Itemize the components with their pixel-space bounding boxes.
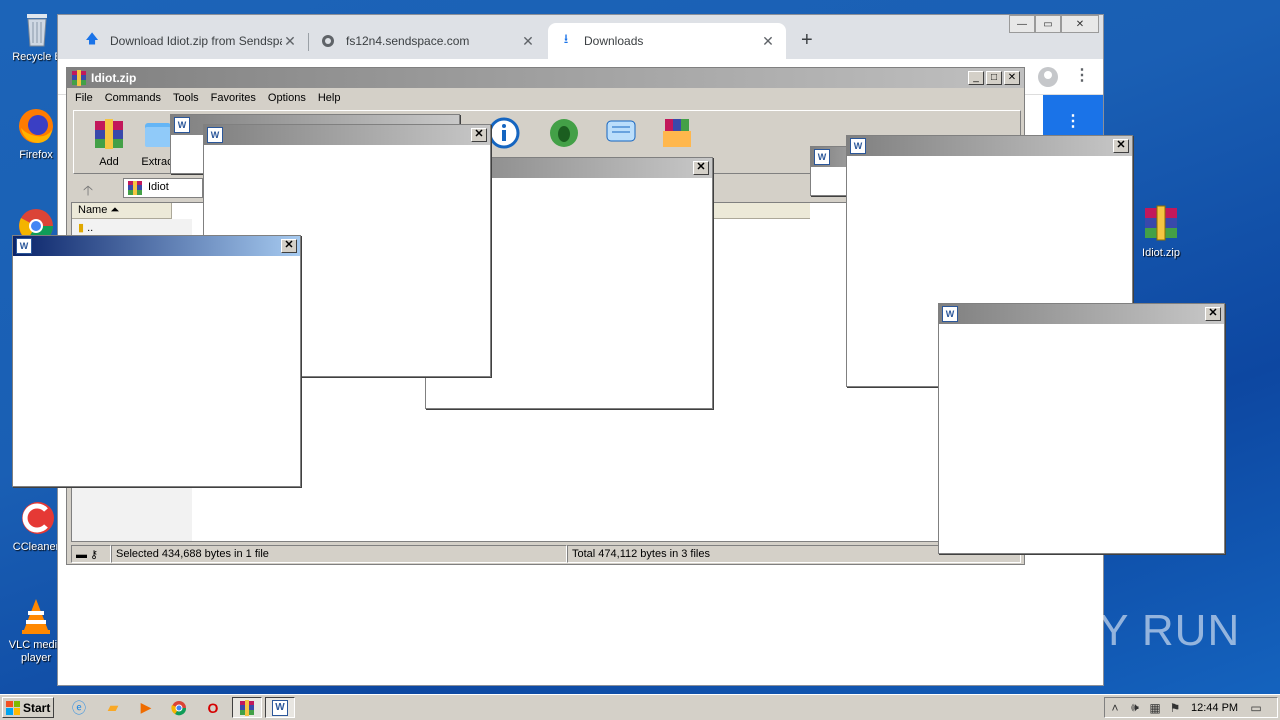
volume-icon[interactable]: 🕪: [1125, 700, 1145, 715]
taskbar-explorer-icon[interactable]: ▰: [98, 697, 128, 718]
word-icon: W: [16, 238, 32, 254]
menu-commands[interactable]: Commands: [105, 92, 161, 104]
desktop-icon-label: Idiot.zip: [1142, 247, 1180, 259]
close-icon[interactable]: ✕: [281, 239, 297, 253]
taskbar-media-player-icon[interactable]: ▶: [131, 697, 161, 718]
tab-close-icon[interactable]: ✕: [282, 33, 298, 50]
close-icon[interactable]: ✕: [1113, 139, 1129, 153]
comment-button[interactable]: [596, 117, 646, 156]
network-icon[interactable]: ▦: [1145, 701, 1165, 715]
show-desktop-icon[interactable]: ▭: [1246, 701, 1266, 715]
new-tab-button[interactable]: +: [801, 29, 813, 52]
firefox-icon: [16, 106, 56, 146]
sfx-button[interactable]: [652, 117, 702, 156]
path-text: Idiot: [148, 181, 169, 193]
winrar-archive-icon: [1141, 204, 1181, 244]
popup-window: W ✕: [938, 303, 1225, 554]
parent-folder-label: ..: [87, 222, 94, 234]
action-center-flag-icon[interactable]: ⚑: [1165, 701, 1185, 715]
taskbar-ie-icon[interactable]: ⓔ: [64, 697, 94, 718]
globe-icon: [320, 33, 336, 49]
virus-scan-button[interactable]: [539, 117, 589, 156]
tab-close-icon[interactable]: ✕: [760, 33, 776, 50]
vlc-icon: [16, 596, 56, 636]
anyrun-watermark: ANY RUN: [1036, 606, 1241, 655]
up-folder-icon[interactable]: 🡡: [83, 180, 93, 204]
column-header-name[interactable]: Name ⏶: [72, 203, 172, 219]
add-archive-icon: [95, 119, 123, 149]
winrar-titlebar[interactable]: Idiot.zip: [67, 68, 1024, 88]
download-icon: ⭳: [563, 31, 569, 46]
menu-bar: File Commands Tools Favorites Options He…: [67, 88, 1024, 108]
tab-strip: 🡅 Download Idiot.zip from Sendspace.c ✕ …: [58, 15, 1103, 59]
menu-help[interactable]: Help: [318, 92, 341, 104]
tab-separator: [308, 33, 309, 51]
tab-title: Downloads: [584, 34, 644, 48]
taskbar-chrome-icon[interactable]: [164, 697, 194, 718]
close-icon[interactable]: ✕: [471, 128, 487, 142]
menu-options[interactable]: Options: [268, 92, 306, 104]
close-icon[interactable]: ✕: [693, 161, 709, 175]
extract-label: Extrac: [141, 156, 173, 168]
tab-title: fs12n4.sendspace.com: [346, 34, 470, 48]
ccleaner-icon: [16, 498, 56, 538]
clock[interactable]: 12:44 PM: [1191, 702, 1238, 714]
add-label: Add: [99, 156, 119, 168]
tab-downloads[interactable]: ⭳ Downloads ✕: [548, 23, 786, 59]
status-bar: ▬ ⚷ Selected 434,688 bytes in 1 file Tot…: [71, 545, 1021, 563]
word-icon: W: [850, 138, 866, 154]
recycle-bin-icon: [17, 8, 57, 48]
windows-logo-icon: [6, 700, 20, 715]
tab-close-icon[interactable]: ✕: [520, 33, 536, 50]
close-window-button[interactable]: ✕: [1061, 15, 1099, 33]
start-button[interactable]: Start: [2, 697, 54, 718]
menu-file[interactable]: File: [75, 92, 93, 104]
taskbar-opera-icon[interactable]: O: [198, 697, 228, 718]
start-label: Start: [23, 700, 51, 715]
tray-expand-icon[interactable]: ˄: [1105, 701, 1125, 715]
menu-favorites[interactable]: Favorites: [211, 92, 256, 104]
desktop-icon-idiot-zip[interactable]: Idiot.zip: [1129, 204, 1193, 260]
taskbar-word-icon[interactable]: W: [265, 697, 295, 718]
close-icon[interactable]: ✕: [1205, 307, 1221, 321]
extract-folder-icon: [145, 123, 171, 147]
word-icon: W: [174, 117, 190, 133]
close-button[interactable]: ✕: [1004, 71, 1020, 85]
virus-scan-icon: [550, 119, 578, 147]
winrar-icon: [72, 70, 86, 86]
minimize-button[interactable]: _: [968, 71, 984, 85]
winrar-archive-icon: [128, 181, 142, 195]
minimize-button[interactable]: —: [1009, 15, 1035, 33]
folder-icon: ▮: [78, 222, 85, 234]
more-actions-icon[interactable]: ⋮: [1065, 111, 1081, 131]
menu-tools[interactable]: Tools: [173, 92, 199, 104]
status-selected: Selected 434,688 bytes in 1 file: [111, 545, 567, 563]
column-name-label: Name: [78, 204, 108, 216]
tab-title: Download Idiot.zip from Sendspace.c: [110, 34, 282, 48]
list-item-parent-folder[interactable]: ▮ ..: [78, 221, 93, 234]
comment-icon: [606, 120, 636, 142]
maximize-button[interactable]: □: [986, 71, 1002, 85]
maximize-button[interactable]: ▭: [1035, 15, 1061, 33]
word-icon: W: [814, 149, 830, 165]
winrar-title: Idiot.zip: [91, 71, 137, 85]
popup-window: W ✕: [12, 235, 301, 487]
status-drive-icons: ▬ ⚷: [71, 545, 111, 563]
more-menu-icon[interactable]: ⋮: [1074, 65, 1090, 85]
profile-avatar-icon[interactable]: [1038, 67, 1058, 87]
word-icon: W: [942, 306, 958, 322]
upload-arrow-icon: 🡅: [85, 31, 99, 46]
add-button[interactable]: Add: [84, 117, 134, 168]
path-field[interactable]: Idiot: [123, 178, 203, 198]
column-header[interactable]: [712, 203, 810, 219]
taskbar: Start ⓔ ▰ ▶ O W ˄ 🕪 ▦ ⚑ 12:44 PM ▭: [0, 694, 1280, 720]
system-tray: ˄ 🕪 ▦ ⚑ 12:44 PM ▭: [1104, 697, 1278, 718]
info-icon: [488, 117, 520, 149]
taskbar-winrar-icon[interactable]: [232, 697, 262, 718]
tab-sendspace-download[interactable]: 🡅 Download Idiot.zip from Sendspace.c ✕: [74, 23, 308, 59]
sfx-icon: [663, 119, 691, 147]
word-icon: W: [207, 127, 223, 143]
tab-fs12n4[interactable]: fs12n4.sendspace.com ✕: [310, 23, 546, 59]
